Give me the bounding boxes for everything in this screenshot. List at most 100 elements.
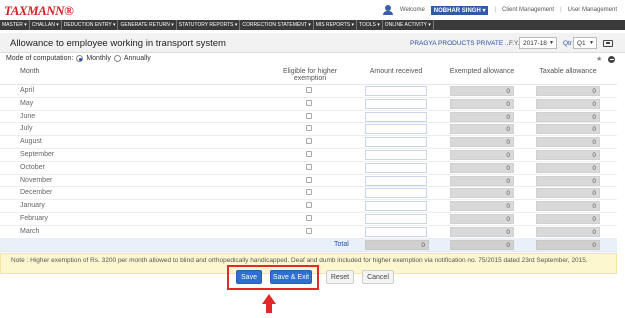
amount-input[interactable] xyxy=(365,162,427,173)
taxable-value: 0 xyxy=(536,86,600,96)
exempted-value: 0 xyxy=(450,201,514,212)
amount-input[interactable] xyxy=(365,188,427,199)
total-taxable: 0 xyxy=(536,239,600,250)
exempted-value: 0 xyxy=(450,137,514,148)
chevron-down-icon: ▼ xyxy=(589,40,594,46)
radio-annually-label[interactable]: Annually xyxy=(124,55,151,62)
total-amount: 0 xyxy=(365,239,429,250)
amount-input[interactable] xyxy=(365,226,427,237)
taxable-value: 0 xyxy=(536,226,600,237)
total-exempted: 0 xyxy=(450,239,514,250)
table-row: January 0 0 xyxy=(0,200,617,213)
table-row: August 0 0 xyxy=(0,136,617,149)
taxmann-logo[interactable]: TAXMANN® xyxy=(4,3,74,19)
amount-input[interactable] xyxy=(365,149,427,160)
user-menu-button[interactable]: NOBHAR SINGH ▾ xyxy=(430,5,489,15)
taxable-value: 0 xyxy=(536,149,600,160)
nav-master[interactable]: MASTER ▾ xyxy=(0,20,30,30)
welcome-text: Welcome xyxy=(399,7,425,13)
amount-input[interactable] xyxy=(365,111,427,122)
nav-deduction-entry[interactable]: DEDUCTION ENTRY ▾ xyxy=(62,20,119,30)
table-row: October 0 0 xyxy=(0,162,617,175)
nav-tools[interactable]: TOOLS ▾ xyxy=(357,20,383,30)
table-row: May 0 0 xyxy=(0,98,617,111)
qtr-label: Qtr xyxy=(563,40,573,47)
divider: | xyxy=(560,7,562,13)
amount-input[interactable] xyxy=(365,124,427,135)
exempted-value: 0 xyxy=(450,226,514,237)
table-header: Month Eligible for higher exemption Amou… xyxy=(0,66,617,85)
taxable-value: 0 xyxy=(536,213,600,224)
eligible-checkbox[interactable] xyxy=(306,176,312,183)
amount-input[interactable] xyxy=(365,175,427,186)
month-label: June xyxy=(20,112,36,120)
exempted-value: 0 xyxy=(450,162,514,173)
nav-generate-return[interactable]: GENERATE RETURN ▾ xyxy=(118,20,177,30)
top-bar: TAXMANN® Welcome NOBHAR SINGH ▾ | Client… xyxy=(0,0,625,20)
table-row: July 0 0 xyxy=(0,123,617,137)
eligible-checkbox[interactable] xyxy=(306,125,312,132)
taxable-value: 0 xyxy=(536,111,600,122)
nav-mis-reports[interactable]: MIS REPORTS ▾ xyxy=(314,20,358,30)
taxable-value: 0 xyxy=(536,201,600,212)
table-row: April 0 0 xyxy=(0,85,617,98)
taxable-value: 0 xyxy=(536,175,600,186)
nav-statutory-reports[interactable]: STATUTORY REPORTS ▾ xyxy=(177,20,241,30)
radio-monthly[interactable] xyxy=(76,55,84,62)
month-label: January xyxy=(20,202,45,210)
user-management-link[interactable]: User Management xyxy=(568,7,617,13)
eligible-checkbox[interactable] xyxy=(306,138,312,145)
company-name-link[interactable]: PRAGYA PRODUCTS PRIVATE ... xyxy=(410,40,510,47)
taxable-value: 0 xyxy=(536,98,600,109)
month-label: December xyxy=(20,189,53,197)
eligible-checkbox[interactable] xyxy=(306,99,312,106)
eligible-checkbox[interactable] xyxy=(306,87,312,93)
exempted-value: 0 xyxy=(450,98,514,109)
exempted-value: 0 xyxy=(450,213,514,224)
page-title: Allowance to employee working in transpo… xyxy=(10,38,226,49)
eligible-checkbox[interactable] xyxy=(306,227,312,234)
month-label: September xyxy=(20,150,55,158)
amount-input[interactable] xyxy=(365,213,427,224)
taxable-value: 0 xyxy=(536,137,600,148)
client-management-link[interactable]: Client Management xyxy=(502,7,554,13)
eligible-checkbox[interactable] xyxy=(306,214,312,221)
taxable-value: 0 xyxy=(536,188,600,199)
exempted-value: 0 xyxy=(450,188,514,199)
amount-input[interactable] xyxy=(365,86,427,96)
table-row: November 0 0 xyxy=(0,175,617,188)
amount-input[interactable] xyxy=(365,137,427,148)
radio-monthly-label[interactable]: Monthly xyxy=(86,55,111,62)
cancel-button[interactable]: Cancel xyxy=(362,270,394,284)
qtr-select-value: Q1 xyxy=(577,40,586,47)
star-icon[interactable]: ★ xyxy=(596,55,602,63)
nav-correction-statement[interactable]: CORRECTION STATEMENT ▾ xyxy=(240,20,314,30)
nav-challan[interactable]: CHALLAN ▾ xyxy=(30,20,62,30)
radio-annually[interactable] xyxy=(113,55,121,62)
eligible-checkbox[interactable] xyxy=(306,163,312,170)
col-taxable: Taxable allowance xyxy=(539,68,597,75)
amount-input[interactable] xyxy=(365,98,427,109)
user-icon xyxy=(382,5,394,15)
save-exit-button[interactable]: Save & Exit xyxy=(270,270,312,284)
collapse-icon[interactable] xyxy=(608,56,615,63)
mode-of-computation: Mode of computation: Monthly Annually xyxy=(6,55,151,62)
exempted-value: 0 xyxy=(450,175,514,186)
month-label: May xyxy=(20,99,34,107)
save-button[interactable]: Save xyxy=(236,270,262,284)
month-label: July xyxy=(20,125,33,133)
page-header: Allowance to employee working in transpo… xyxy=(0,33,625,53)
month-label: October xyxy=(20,163,45,171)
total-row: Total 0 0 0 xyxy=(0,238,617,252)
col-eligible: Eligible for higher exemption xyxy=(282,68,338,82)
eligible-checkbox[interactable] xyxy=(306,112,312,119)
amount-input[interactable] xyxy=(365,201,427,212)
fy-select[interactable]: 2017-18 ▼ xyxy=(519,37,557,49)
nav-online-activity[interactable]: ONLINE ACTIVITY ▾ xyxy=(383,20,434,30)
reset-button[interactable]: Reset xyxy=(326,270,354,284)
eligible-checkbox[interactable] xyxy=(306,202,312,209)
qtr-select[interactable]: Q1 ▼ xyxy=(573,37,597,49)
eligible-checkbox[interactable] xyxy=(306,150,312,157)
eligible-checkbox[interactable] xyxy=(306,189,312,196)
save-disk-icon[interactable] xyxy=(603,40,613,47)
